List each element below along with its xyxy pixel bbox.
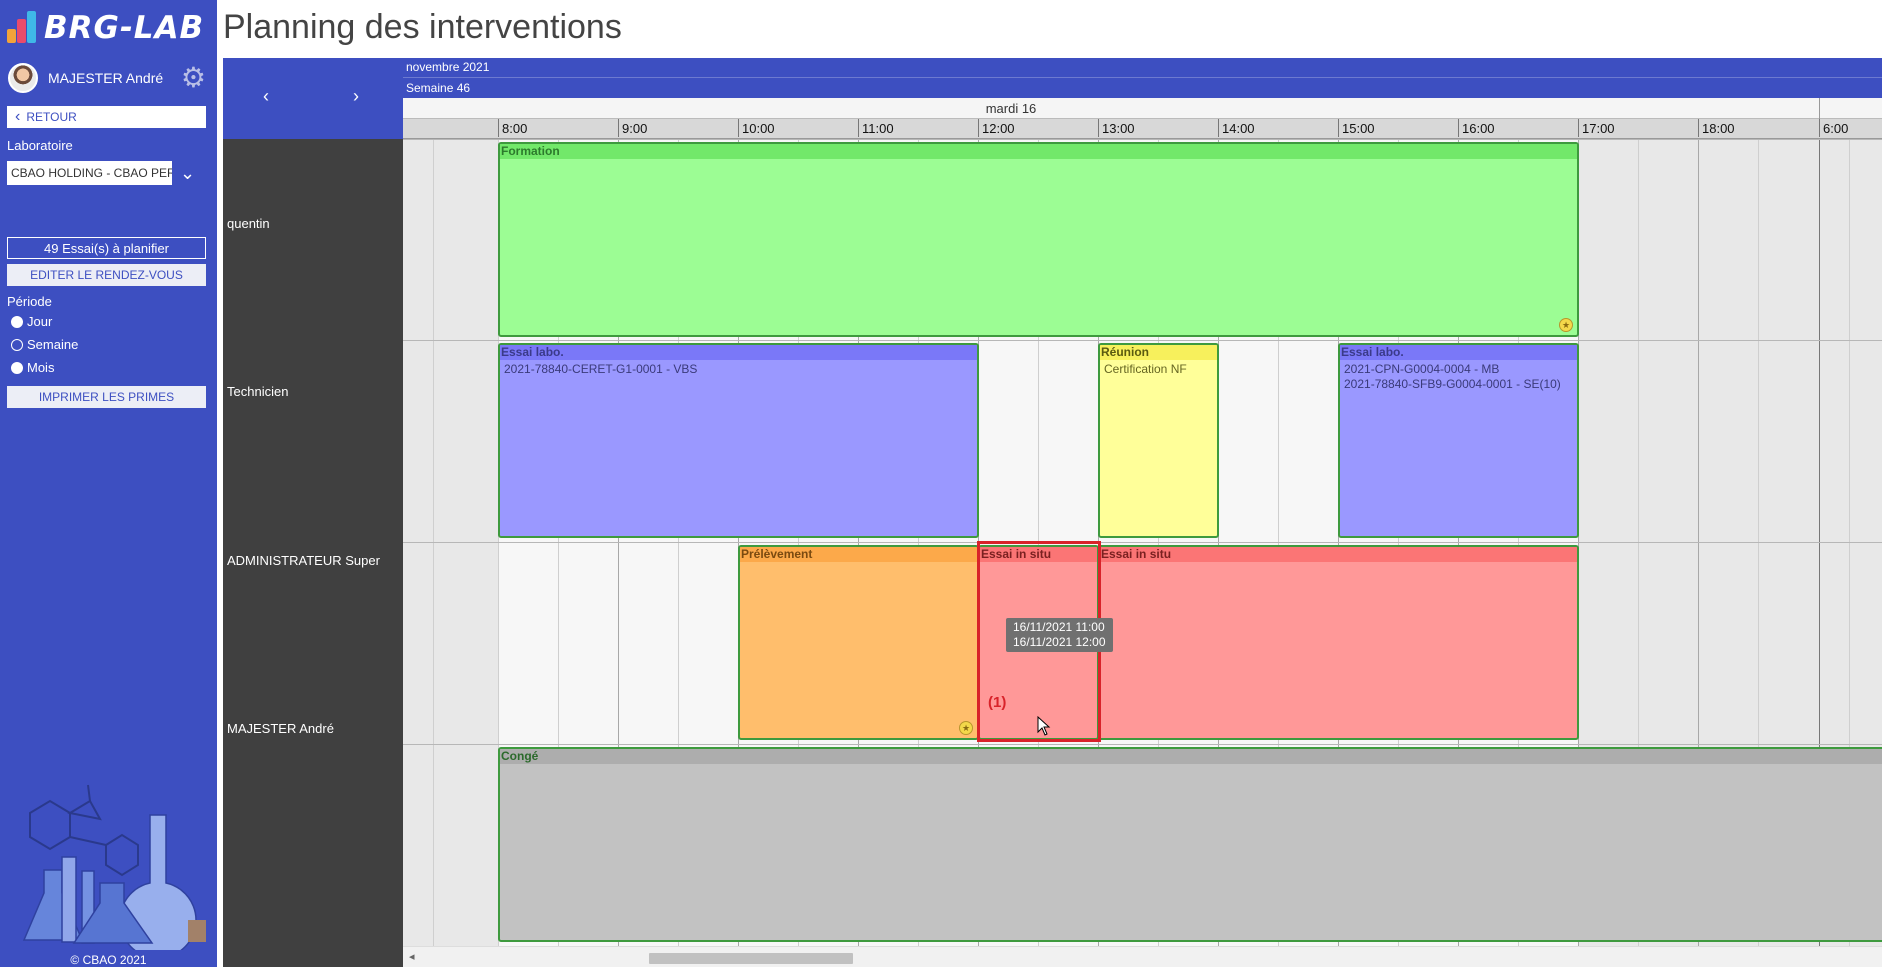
- planner: ‹ › novembre 2021 Semaine 46 mardi 16 8:…: [223, 58, 1882, 967]
- scrollbar-thumb[interactable]: [649, 953, 853, 964]
- annotation-marker: (1): [988, 694, 1007, 711]
- logo-text: BRG-LAB: [44, 10, 205, 46]
- event-title: Réunion: [1100, 345, 1217, 360]
- essais-to-plan-button[interactable]: 49 Essai(s) à planifier: [7, 237, 206, 259]
- event-title: Essai labo.: [1340, 345, 1577, 360]
- event-essai-labo[interactable]: Essai labo. 2021-78840-CERET-G1-0001 - V…: [498, 343, 979, 538]
- event-title: Formation: [500, 144, 1577, 159]
- hour-label: 6:00: [1819, 119, 1848, 137]
- event-detail: 2021-78840-SFB9-G0004-0001 - SE(10): [1344, 377, 1561, 391]
- laboratory-label: Laboratoire: [7, 138, 73, 153]
- hour-label: 10:00: [738, 119, 775, 137]
- hour-label: 17:00: [1578, 119, 1615, 137]
- event-title: Essai labo.: [500, 345, 977, 360]
- tooltip-end: 16/11/2021 12:00: [1013, 635, 1106, 649]
- period-option-month[interactable]: Mois: [11, 360, 54, 375]
- hour-label: 11:00: [858, 119, 894, 137]
- sidebar: BRG-LAB MAJESTER André ⚙ ‹ RETOUR Labora…: [0, 0, 217, 967]
- month-header: novembre 2021: [403, 58, 1882, 78]
- chevron-left-icon: ‹: [15, 108, 21, 125]
- event-conge[interactable]: Congé: [498, 747, 1882, 942]
- resource-label: MAJESTER André: [227, 721, 334, 736]
- day-separator: [1819, 98, 1820, 119]
- period-option-label: Jour: [27, 314, 53, 329]
- schedule-grid[interactable]: Formation ★ Essai labo. 2021-78840-CERET…: [403, 139, 1882, 946]
- copyright: © CBAO 2021: [70, 953, 147, 967]
- chevron-down-icon[interactable]: ⌄: [180, 163, 195, 184]
- hour-label: 13:00: [1098, 119, 1135, 137]
- event-title: Congé: [500, 749, 1882, 764]
- gear-icon[interactable]: ⚙: [181, 64, 206, 92]
- event-essai-labo[interactable]: Essai labo. 2021-CPN-G0004-0004 - MB 202…: [1338, 343, 1579, 538]
- lab-glassware-illustration: [22, 784, 206, 950]
- page-title: Planning des interventions: [223, 8, 622, 46]
- hour-label: 8:00: [498, 119, 527, 137]
- radio-week[interactable]: [11, 338, 23, 351]
- event-essai-in-situ[interactable]: Essai in situ: [1098, 545, 1579, 740]
- radio-day[interactable]: [11, 315, 23, 328]
- laboratory-select[interactable]: CBAO HOLDING - CBAO PERPIGNAN: [7, 161, 172, 185]
- avatar[interactable]: [8, 63, 38, 93]
- hour-label: 15:00: [1338, 119, 1375, 137]
- time-tooltip: 16/11/2021 11:00 16/11/2021 12:00: [1006, 618, 1113, 652]
- hour-label: 18:00: [1698, 119, 1735, 137]
- hour-label: 14:00: [1218, 119, 1255, 137]
- period-navigation: ‹ ›: [223, 58, 403, 139]
- horizontal-scrollbar[interactable]: ◂: [403, 946, 1882, 967]
- print-bonuses-button[interactable]: IMPRIMER LES PRIMES: [7, 386, 206, 408]
- edit-appointment-button[interactable]: EDITER LE RENDEZ-VOUS: [7, 264, 206, 286]
- period-option-label: Semaine: [27, 337, 79, 352]
- user-row: MAJESTER André ⚙: [8, 62, 208, 94]
- hour-label: 12:00: [978, 119, 1015, 137]
- hour-label: 16:00: [1458, 119, 1495, 137]
- event-formation[interactable]: Formation ★: [498, 142, 1579, 337]
- hour-label: 9:00: [618, 119, 647, 137]
- resource-column: quentin Technicien ADMINISTRATEUR Super …: [223, 139, 403, 967]
- period-option-label: Mois: [27, 360, 55, 375]
- period-option-week[interactable]: Semaine: [11, 337, 78, 352]
- event-reunion[interactable]: Réunion Certification NF: [1098, 343, 1219, 538]
- event-detail: Certification NF: [1104, 362, 1187, 376]
- next-period-button[interactable]: ›: [353, 86, 359, 107]
- app-logo: BRG-LAB: [6, 10, 204, 46]
- star-icon: ★: [1559, 318, 1573, 332]
- mouse-cursor-icon: [1037, 716, 1051, 736]
- event-title: Essai in situ: [1100, 547, 1577, 562]
- day-label: mardi 16: [985, 101, 1037, 116]
- resource-label: ADMINISTRATEUR Super: [227, 553, 380, 568]
- week-header: Semaine 46: [403, 78, 1882, 98]
- back-button-label: RETOUR: [26, 110, 77, 124]
- scroll-left-arrow-icon[interactable]: ◂: [409, 950, 415, 963]
- day-header: mardi 16: [403, 98, 1882, 119]
- logo-mark-icon: [6, 11, 40, 45]
- previous-period-button[interactable]: ‹: [263, 86, 269, 107]
- resource-label: Technicien: [227, 384, 289, 399]
- period-label: Période: [7, 294, 52, 309]
- radio-month[interactable]: [11, 361, 23, 374]
- event-detail: 2021-78840-CERET-G1-0001 - VBS: [504, 362, 698, 376]
- hour-header: 8:00 9:00 10:00 11:00 12:00 13:00 14:00 …: [403, 119, 1882, 139]
- event-prelevement[interactable]: Prélèvement ★: [738, 545, 979, 740]
- resource-label: quentin: [227, 216, 270, 231]
- period-option-day[interactable]: Jour: [11, 314, 52, 329]
- event-title: Prélèvement: [740, 547, 977, 562]
- user-name: MAJESTER André: [48, 70, 164, 86]
- back-button[interactable]: ‹ RETOUR: [7, 106, 206, 128]
- tooltip-start: 16/11/2021 11:00: [1013, 620, 1105, 634]
- star-icon: ★: [959, 721, 973, 735]
- event-detail: 2021-CPN-G0004-0004 - MB: [1344, 362, 1500, 376]
